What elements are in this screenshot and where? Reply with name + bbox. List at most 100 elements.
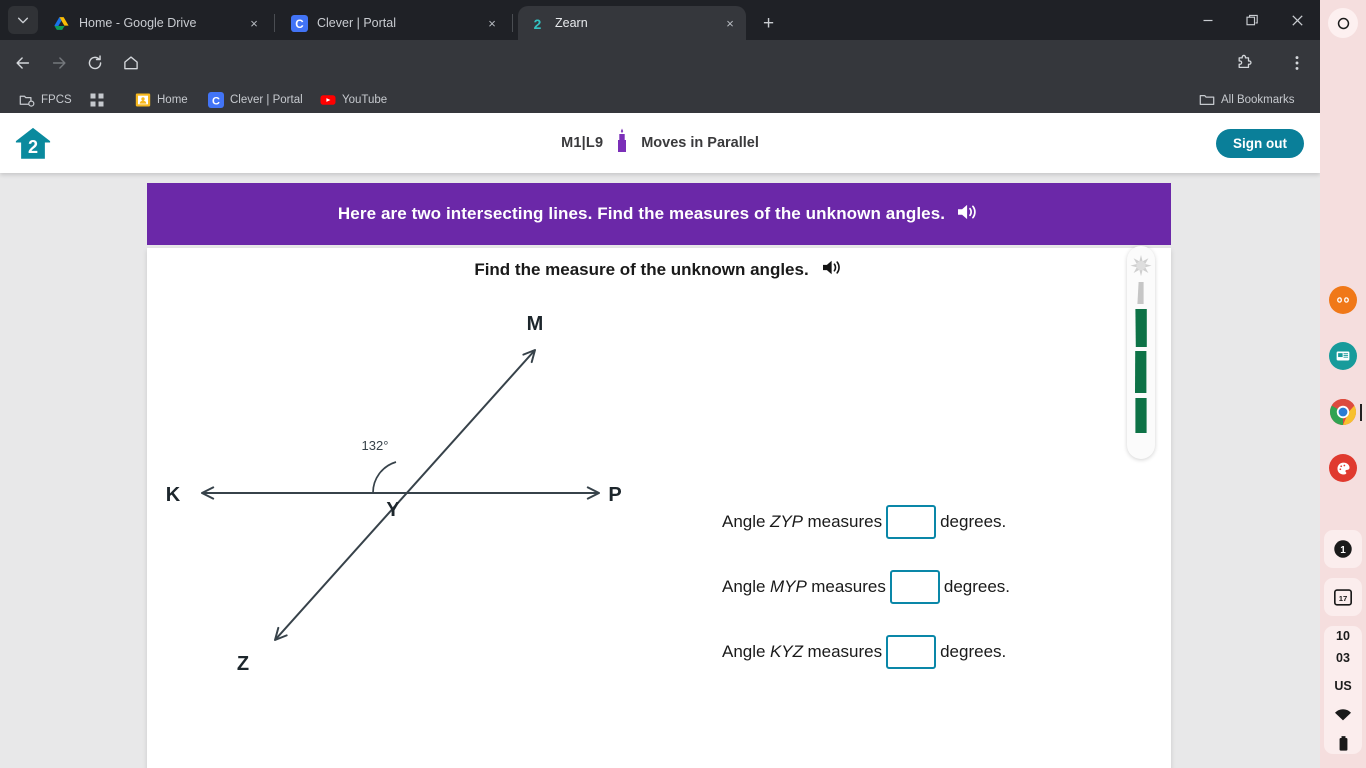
line-MZ	[274, 349, 536, 641]
back-arrow-icon	[16, 57, 30, 69]
answer-row-verb: measures	[807, 512, 883, 531]
zearn-icon: 2	[529, 15, 546, 32]
star-burst-icon	[1130, 255, 1152, 277]
app-icon-infinity[interactable]	[1329, 286, 1357, 314]
bookmark-fpcs[interactable]: FPCS	[19, 90, 72, 110]
window-controls	[1185, 0, 1320, 40]
tab-title: Zearn	[555, 16, 588, 30]
answer-row-zyp: Angle ZYP measures degrees.	[722, 498, 1142, 546]
instruction-banner: Here are two intersecting lines. Find th…	[147, 183, 1171, 245]
reload-button[interactable]	[82, 50, 108, 76]
browser-menu-button[interactable]	[1284, 50, 1310, 76]
sign-out-button[interactable]: Sign out	[1216, 129, 1304, 158]
zearn-header: 2 M1|L9 Moves in Parallel Sign out	[0, 113, 1320, 173]
zearn-header-center: M1|L9 Moves in Parallel	[0, 113, 1320, 173]
answer-row-verb: measures	[811, 577, 886, 596]
browser-tab-zearn[interactable]: 2 Zearn ×	[518, 6, 746, 40]
answer-row-myp: Angle MYP measures degrees.	[722, 563, 1142, 611]
all-bookmarks-button[interactable]: All Bookmarks	[1199, 90, 1295, 110]
speaker-icon[interactable]	[956, 202, 980, 227]
answer-rows: Angle ZYP measures degrees. Angle MYP me…	[722, 498, 1142, 693]
back-button[interactable]	[10, 50, 36, 76]
geometry-diagram: 132° M K P Y Z	[147, 288, 787, 708]
bookmark-label: Clever | Portal	[230, 94, 303, 106]
forward-button[interactable]	[46, 50, 72, 76]
app-icon-chrome[interactable]	[1329, 398, 1357, 426]
tab-search-button[interactable]	[8, 6, 38, 34]
wifi-icon	[1334, 708, 1352, 720]
clock-minute: 03	[1336, 650, 1350, 665]
answer-input-zyp[interactable]	[886, 505, 937, 539]
answer-row-prefix: Angle	[722, 642, 766, 661]
clever-icon: C	[208, 92, 224, 108]
tower-segment-2	[1135, 309, 1147, 347]
extensions-button[interactable]	[1231, 50, 1257, 76]
chrome-active-indicator	[1360, 404, 1362, 421]
instruction-banner-text: Here are two intersecting lines. Find th…	[337, 204, 946, 223]
forward-arrow-icon	[52, 57, 66, 69]
answer-row-suffix: degrees.	[943, 577, 1011, 596]
answer-input-myp[interactable]	[889, 570, 940, 604]
svg-text:17: 17	[1339, 594, 1348, 603]
home-button[interactable]	[118, 50, 144, 76]
system-status-tile[interactable]: 10 03 US	[1324, 626, 1362, 754]
minimize-icon	[1203, 19, 1212, 22]
tab-close-button[interactable]: ×	[482, 13, 502, 33]
browser-tab-google-drive[interactable]: Home - Google Drive ×	[42, 6, 270, 40]
clever-icon: C	[291, 14, 308, 32]
restore-icon	[1246, 14, 1258, 25]
folder-settings-icon	[19, 92, 35, 108]
paint-app-icon	[1336, 462, 1350, 474]
close-window-button[interactable]	[1275, 0, 1320, 40]
profile-circle-icon	[1337, 17, 1349, 29]
purple-token-icon	[614, 128, 630, 158]
tower-segment-1	[1137, 282, 1144, 304]
tower-segment-3	[1135, 351, 1147, 393]
page-content: 2 M1|L9 Moves in Parallel Sign out Here …	[0, 113, 1320, 768]
minimize-window-button[interactable]	[1185, 0, 1230, 40]
maximize-window-button[interactable]	[1230, 0, 1275, 40]
app-icon-paint[interactable]	[1329, 454, 1357, 482]
bookmark-label: YouTube	[342, 94, 388, 106]
answer-row-angle-name: KYZ	[769, 642, 803, 661]
question-heading: Find the measure of the unknown angles.	[474, 260, 809, 279]
chrome-app-icon	[1330, 399, 1356, 425]
notification-badge-icon: 1	[1334, 540, 1352, 558]
profile-avatar[interactable]	[1328, 8, 1358, 38]
browser-window: Home - Google Drive × C Clever | Portal …	[0, 0, 1320, 768]
app-icon-flashcards[interactable]	[1329, 342, 1357, 370]
bookmark-clever-portal[interactable]: C Clever | Portal	[208, 90, 303, 110]
answer-row-suffix: degrees.	[940, 642, 1007, 661]
bookmark-label: Home	[157, 94, 188, 106]
tab-close-button[interactable]: ×	[244, 13, 264, 33]
tab-close-button[interactable]: ×	[720, 13, 740, 33]
bookmark-apps-grid[interactable]	[89, 90, 111, 110]
tab-title: Clever | Portal	[317, 16, 396, 30]
chevron-down-icon	[17, 17, 29, 24]
all-bookmarks-label: All Bookmarks	[1221, 94, 1295, 106]
locale-label: US	[1334, 678, 1352, 693]
notification-tile[interactable]: 1	[1324, 530, 1362, 568]
svg-text:C: C	[295, 18, 304, 31]
lesson-code: M1|L9	[561, 135, 604, 151]
browser-tab-clever-portal[interactable]: C Clever | Portal ×	[280, 6, 508, 40]
answer-row-prefix: Angle	[722, 512, 766, 531]
bookmark-home[interactable]: Home	[135, 90, 188, 110]
svg-text:1: 1	[1340, 545, 1346, 556]
question-heading-row: Find the measure of the unknown angles.	[147, 258, 1171, 282]
three-dot-menu-icon	[1295, 56, 1299, 70]
speaker-icon[interactable]	[821, 258, 844, 282]
calendar-tile[interactable]: 17	[1324, 578, 1362, 616]
new-tab-button[interactable]: +	[755, 10, 782, 37]
tab-separator	[274, 14, 275, 32]
activity-card: Find the measure of the unknown angles.	[147, 248, 1171, 768]
angle-measure-label: 132°	[362, 438, 389, 453]
answer-input-kyz[interactable]	[886, 635, 937, 669]
home-icon	[124, 56, 138, 70]
svg-text:2: 2	[534, 15, 542, 31]
bookmark-youtube[interactable]: YouTube	[320, 90, 387, 110]
clock-hour: 10	[1336, 628, 1350, 643]
point-label-Y: Y	[386, 499, 400, 521]
answer-row-angle-name: MYP	[769, 577, 807, 596]
svg-text:C: C	[212, 95, 220, 107]
